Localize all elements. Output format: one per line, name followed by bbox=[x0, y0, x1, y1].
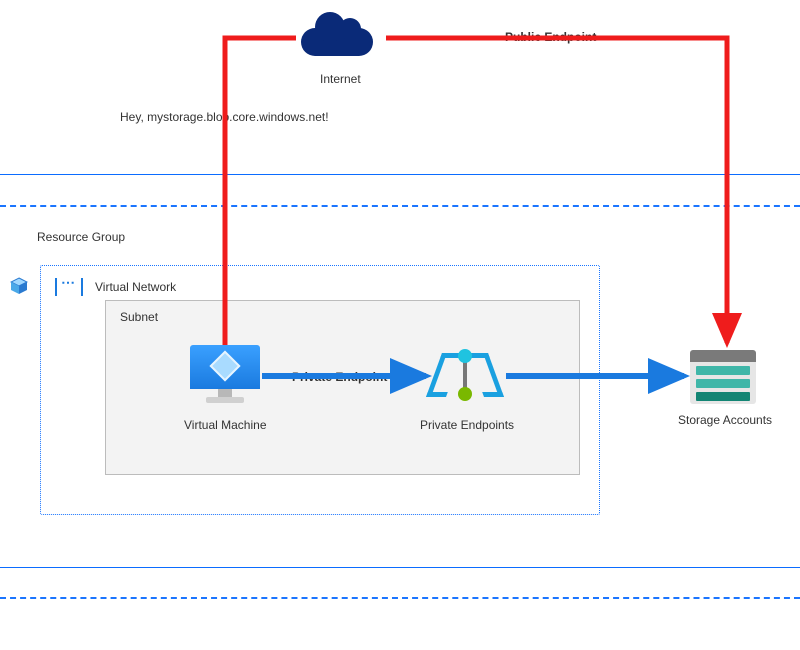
internet-icon bbox=[295, 14, 385, 64]
diagram-canvas: Internet Hey, mystorage.blob.core.window… bbox=[0, 0, 800, 650]
storage-accounts-label: Storage Accounts bbox=[678, 413, 772, 427]
internet-label: Internet bbox=[320, 72, 361, 86]
resource-group-icon bbox=[10, 277, 28, 295]
subnet-box bbox=[105, 300, 580, 475]
resource-group-label: Resource Group bbox=[37, 230, 125, 244]
boundary-line-top bbox=[0, 174, 800, 175]
boundary-line-bottom bbox=[0, 567, 800, 568]
private-endpoints-icon bbox=[430, 345, 500, 405]
virtual-machine-label: Virtual Machine bbox=[184, 418, 267, 432]
storage-accounts-icon bbox=[690, 350, 756, 404]
vm-speech-text: Hey, mystorage.blob.core.windows.net! bbox=[120, 110, 329, 124]
private-endpoints-label: Private Endpoints bbox=[420, 418, 514, 432]
private-endpoint-label: Private Endpoint bbox=[292, 370, 387, 384]
virtual-machine-icon bbox=[190, 345, 260, 405]
subnet-label: Subnet bbox=[120, 310, 158, 324]
boundary-line-dash-bottom bbox=[0, 597, 800, 599]
public-endpoint-label: Public Endpoint bbox=[505, 30, 596, 44]
virtual-network-label: Virtual Network bbox=[95, 280, 176, 294]
boundary-line-dash-top bbox=[0, 205, 800, 207]
virtual-network-icon bbox=[55, 278, 83, 296]
